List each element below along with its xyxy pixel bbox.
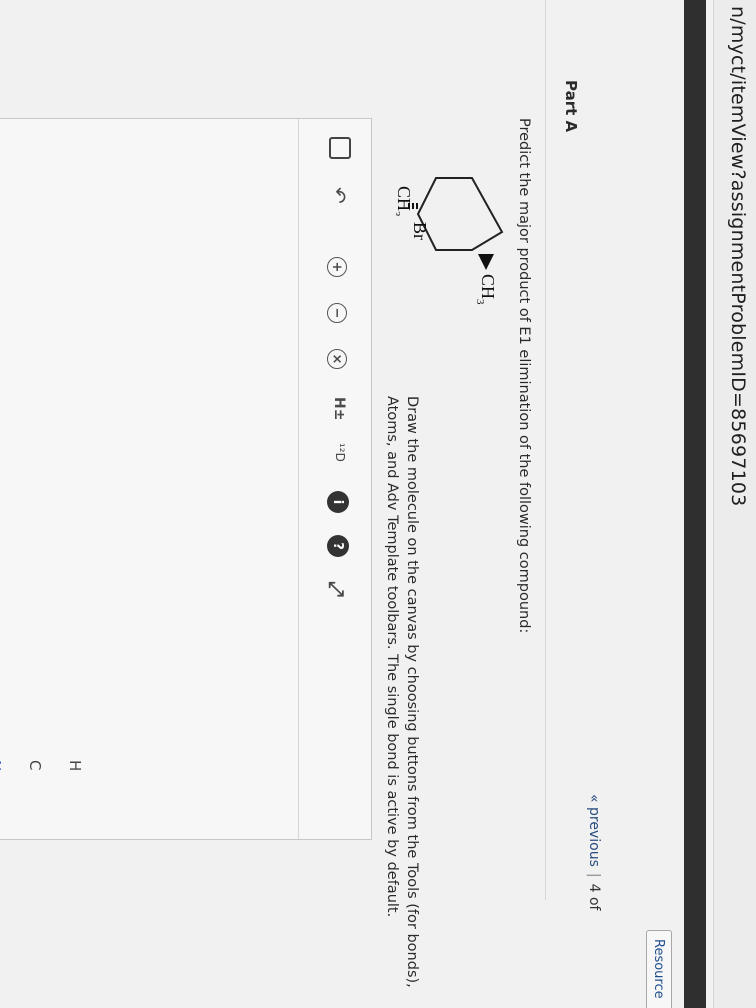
new-canvas-icon[interactable] [329,137,351,159]
atom-h-button[interactable]: H [66,760,84,771]
page-count: 4 of [586,883,602,911]
info-icon[interactable]: i [327,491,349,513]
cyclohexane-ring [416,177,504,251]
drawing-canvas[interactable] [0,119,298,839]
part-heading[interactable]: Part A [562,80,580,132]
help-icon[interactable]: ? [327,535,349,557]
positive-charge-icon[interactable]: + [327,257,347,277]
screen: n/myct/itemView?assignmentProblemID=8569… [0,0,756,1008]
bromine-label: Br [410,222,430,240]
atom-c-button[interactable]: C [26,760,44,770]
divider [545,0,546,900]
atom-n-button[interactable]: N [0,760,4,771]
undo-icon[interactable]: ↶ [327,187,351,204]
hydrogen-count-button[interactable]: H± [331,397,347,420]
resources-button[interactable]: Resource [646,930,672,1008]
atoms-toolbar: H C N O [0,760,84,780]
url-text[interactable]: n/myct/itemView?assignmentProblemID=8569… [727,6,749,506]
pager-separator: | [586,872,602,878]
wedge-bond-up [478,254,494,270]
assignment-content: Resource « previous | 4 of Part A Predict … [0,0,684,1008]
cyclohexane-molecule: CH3 Br CH3 [396,177,504,305]
negative-charge-icon[interactable]: − [327,303,347,323]
ch3-bottom-label: CH3 [396,186,414,217]
drawing-instructions: Draw the molecule on the canvas by choos… [384,396,420,988]
molecule-editor: ↶ + − × H± ¹²D i ? ⤢ ⠿ [0,118,372,840]
fullscreen-icon[interactable]: ⤢ [325,581,349,597]
previous-link[interactable]: « previous [586,794,602,867]
editor-toolbar: ↶ + − × H± ¹²D i ? ⤢ [298,119,371,839]
ch3-top-label: CH3 [474,274,498,305]
isotope-button[interactable]: ¹²D [333,443,347,462]
remove-charge-icon[interactable]: × [327,349,347,369]
app-header-bar [684,0,706,1008]
pagination: « previous | 4 of [586,794,602,910]
question-prompt: Predict the major product of E1 eliminat… [516,118,532,634]
browser-address-bar[interactable]: n/myct/itemView?assignmentProblemID=8569… [713,0,756,1008]
